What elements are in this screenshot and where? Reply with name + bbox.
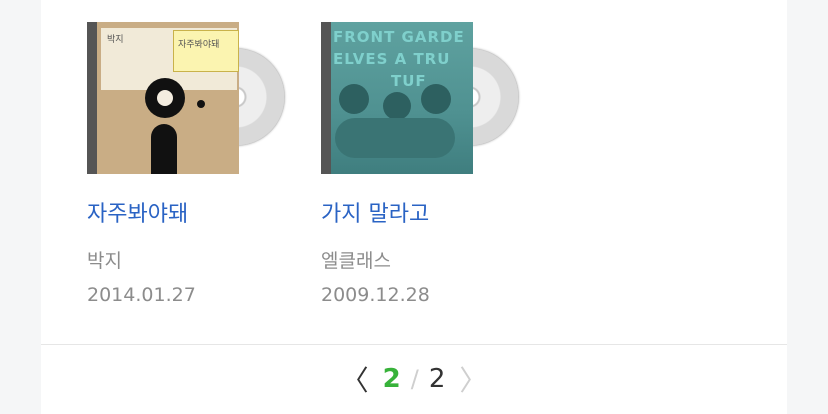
floppy-slot-icon [151, 124, 177, 174]
current-page-number: 2 [382, 364, 401, 394]
album-artist: 엘클래스 [321, 250, 391, 272]
album-release-date: 2009.12.28 [321, 284, 430, 306]
cover-spine [321, 22, 331, 174]
cover-text-line: TUF [391, 72, 427, 90]
cover-photo-figure [339, 84, 369, 114]
pagination: 〈 2 / 2 〉 [41, 352, 787, 406]
cover-photo-figure [383, 92, 411, 120]
floppy-hub-icon [145, 78, 185, 118]
album-artist: 박지 [87, 250, 122, 272]
cover-label-text: 박지 [107, 35, 124, 45]
next-page-button[interactable]: 〉 [455, 359, 491, 399]
album-release-date: 2014.01.27 [87, 284, 196, 306]
album-cover-art: 박지 자주봐야돼 [87, 22, 239, 174]
album-cover[interactable]: 박지 자주봐야돼 [87, 22, 287, 174]
cover-text-line: ELVES A TRU [333, 50, 451, 68]
album-list: 박지 자주봐야돼 자주봐야돼 박지 2014.01.27 FRONT GARDE… [41, 0, 787, 344]
divider [41, 344, 787, 345]
page-separator: / [410, 365, 419, 393]
floppy-dot-icon [197, 100, 205, 108]
cover-note-text: 자주봐야돼 [178, 40, 220, 50]
cover-spine [87, 22, 97, 174]
prev-page-button[interactable]: 〈 [337, 359, 373, 399]
cover-note: 자주봐야돼 [173, 30, 239, 72]
cover-text-line: FRONT GARDE [333, 28, 465, 46]
album-title-link[interactable]: 가지 말라고 [321, 196, 429, 228]
cover-photo-figure [421, 84, 451, 114]
album-card: 박지 자주봐야돼 자주봐야돼 박지 2014.01.27 FRONT GARDE… [41, 0, 787, 414]
total-pages: 2 [428, 364, 446, 394]
album-cover[interactable]: FRONT GARDE ELVES A TRU TUF [321, 22, 521, 174]
cover-photo-figures [335, 118, 455, 158]
album-title-link[interactable]: 자주봐야돼 [87, 196, 188, 228]
album-cover-art: FRONT GARDE ELVES A TRU TUF [321, 22, 473, 174]
